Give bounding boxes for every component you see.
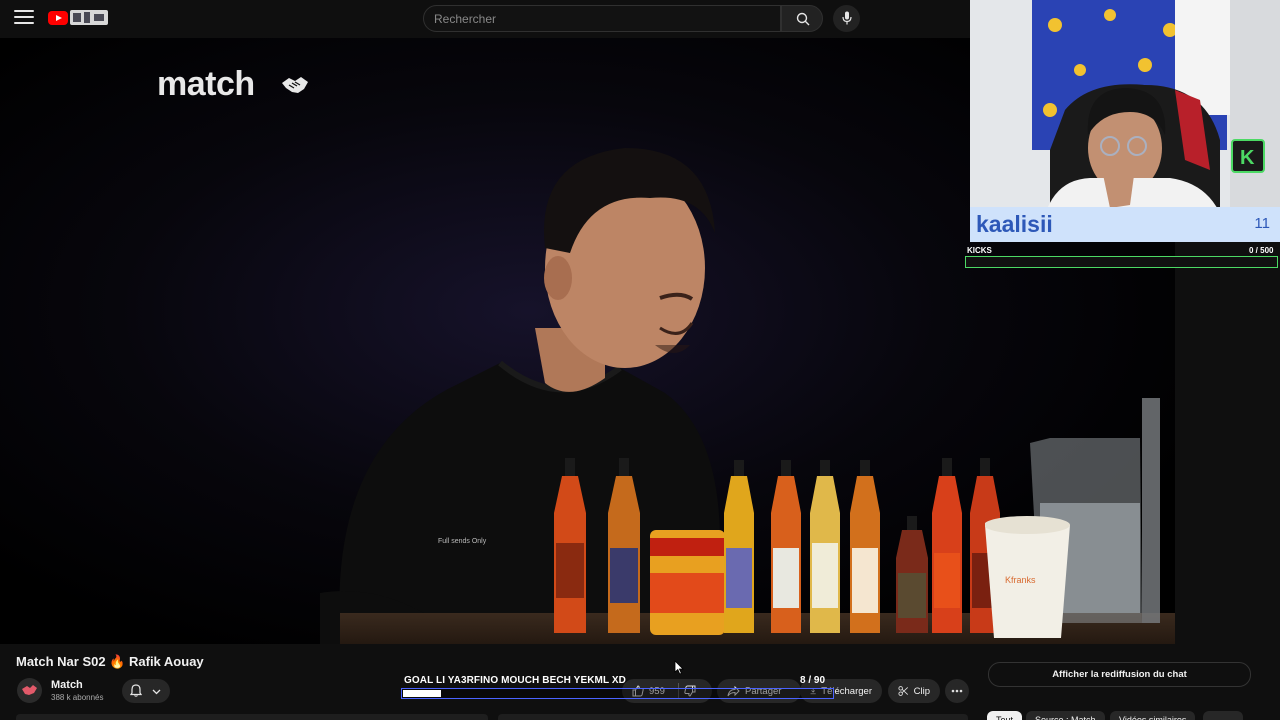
bell-icon <box>130 684 142 697</box>
notification-bell-button[interactable] <box>122 679 170 703</box>
search-icon <box>796 12 810 26</box>
mouse-cursor-icon <box>674 660 684 675</box>
chip-source-match[interactable]: Source : Match <box>1026 711 1105 720</box>
chip-related-videos[interactable]: Vidéos similaires <box>1110 711 1196 720</box>
chevron-down-icon <box>152 689 161 695</box>
search-button[interactable] <box>781 5 823 32</box>
description-box-secondary[interactable] <box>498 714 968 720</box>
stream-goal-progress-bar <box>401 688 834 699</box>
stream-goal-count: 8 / 90 <box>800 675 826 686</box>
subscriber-count: 388 k abonnés <box>51 693 104 702</box>
streamer-name-bar: kaalisii 11 <box>970 207 1280 242</box>
channel-name[interactable]: Match <box>51 679 83 691</box>
clip-button[interactable]: Clip <box>888 679 940 703</box>
kicks-progress-bar <box>965 256 1278 268</box>
youtube-logo-doodle[interactable] <box>70 10 108 25</box>
streamer-webcam: K <box>970 0 1280 242</box>
youtube-logo-icon[interactable] <box>48 11 68 25</box>
svg-text:Full sends Only: Full sends Only <box>438 538 487 545</box>
svg-text:K: K <box>1240 147 1255 169</box>
voice-search-button[interactable] <box>833 5 860 32</box>
webcam-scene: K <box>970 0 1280 242</box>
description-box[interactable] <box>16 714 488 720</box>
scissors-icon <box>898 686 909 696</box>
more-horizontal-icon <box>951 689 963 693</box>
show-chat-replay-button[interactable]: Afficher la rediffusion du chat <box>988 662 1251 687</box>
stream-goal-progress-fill <box>403 690 442 697</box>
chip-more[interactable] <box>1203 711 1243 720</box>
stream-goal-text: GOAL LI YA3RFINO MOUCH BECH YEKML XD <box>404 675 626 686</box>
menu-icon[interactable] <box>14 10 34 26</box>
paper-cup: Kfranks <box>985 516 1070 638</box>
search-input[interactable] <box>423 5 781 32</box>
more-actions-button[interactable] <box>945 679 969 703</box>
video-title: Match Nar S02 🔥 Rafik Aouay <box>16 654 204 669</box>
hot-sauce-bottles <box>554 458 1000 635</box>
chip-all[interactable]: Tout <box>987 711 1023 720</box>
streamer-counter: 11 <box>1254 215 1270 232</box>
microphone-icon <box>842 11 852 25</box>
top-bar <box>0 0 970 38</box>
svg-text:Kfranks: Kfranks <box>1005 575 1036 585</box>
clip-label: Clip <box>913 685 930 697</box>
match-brand-logo: match <box>157 65 255 103</box>
kicks-progress-text: 0 / 500 <box>1249 246 1274 255</box>
channel-avatar[interactable] <box>17 678 42 703</box>
kicks-label: KICKS <box>967 246 992 255</box>
streamer-name: kaalisii <box>976 211 1053 237</box>
handshake-icon <box>282 77 308 93</box>
